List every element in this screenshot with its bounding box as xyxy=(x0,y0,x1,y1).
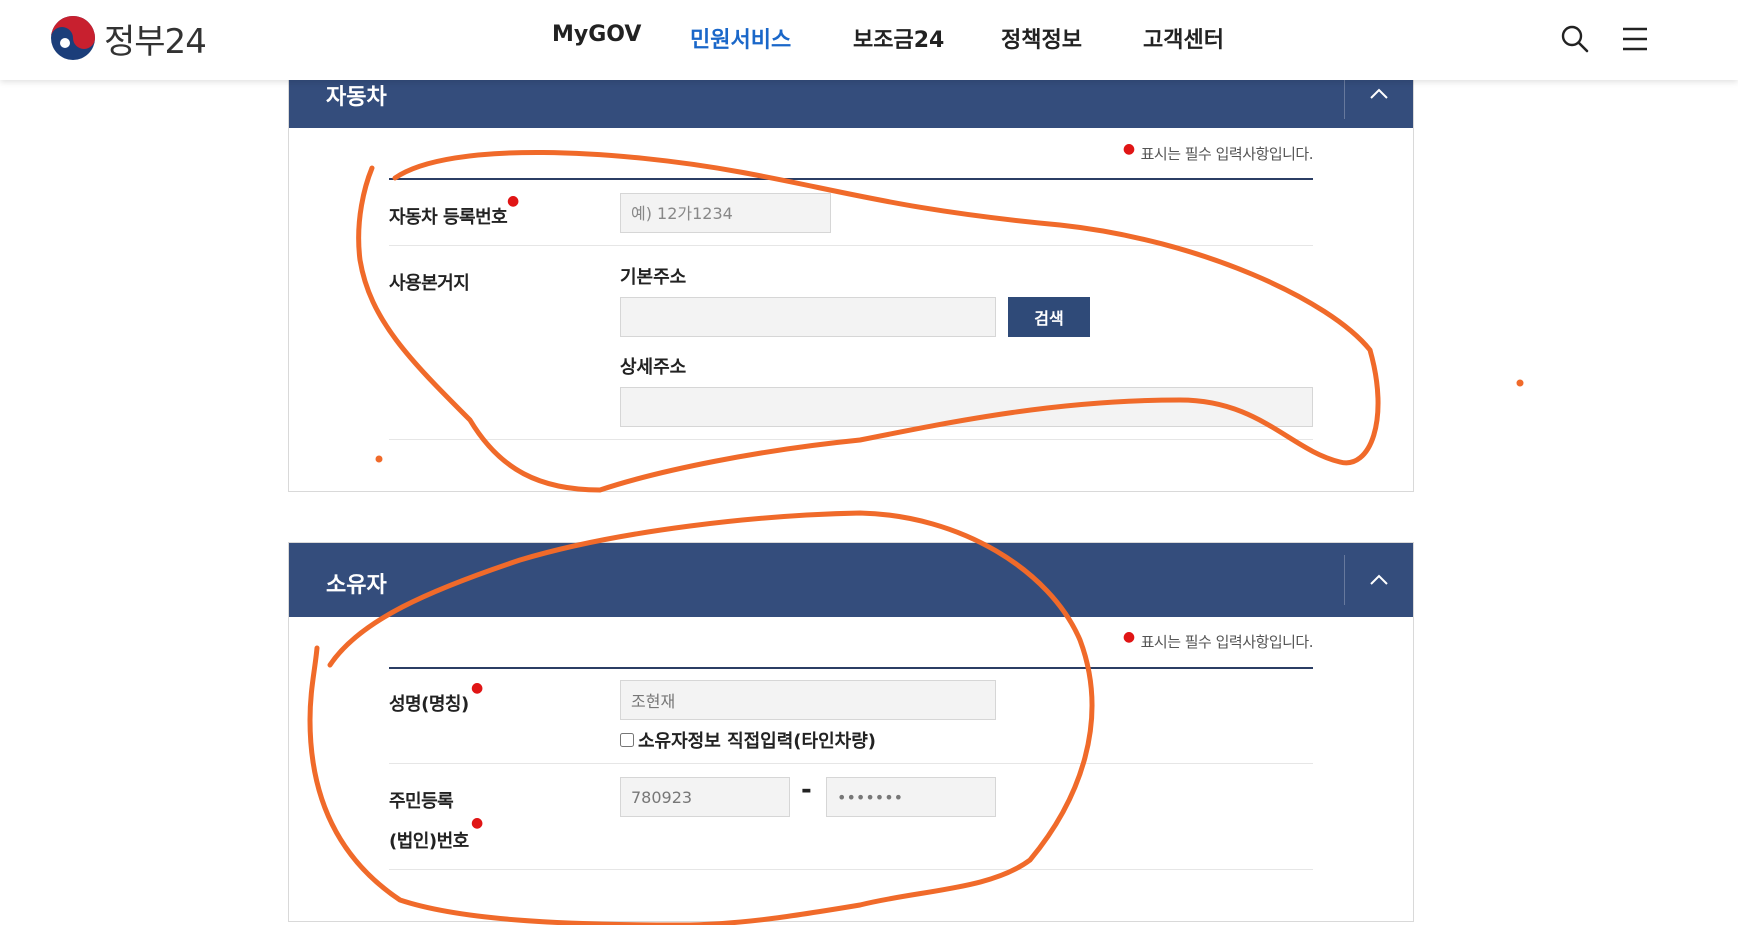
required-dot: ● xyxy=(1122,629,1135,645)
chevron-up-icon xyxy=(1370,574,1388,585)
menu-icon[interactable] xyxy=(1620,24,1650,54)
required-note: ● 표시는 필수 입력사항입니다. xyxy=(1122,629,1314,651)
site-header: 정부24 MyGOV 민원서비스 보조금24 정책정보 고객센터 xyxy=(0,0,1738,80)
detail-address-label: 상세주소 xyxy=(620,357,687,378)
owner-panel-header: 소유자 xyxy=(289,543,1413,617)
detail-address-input[interactable] xyxy=(620,387,1313,427)
nav-customer-center[interactable]: 고객센터 xyxy=(1143,22,1224,54)
vehicle-panel-title: 자동차 xyxy=(326,85,387,110)
chevron-up-icon xyxy=(1370,88,1388,99)
required-dot: ● xyxy=(471,815,483,831)
direct-input-checkbox[interactable]: 소유자정보 직접입력(타인차량) xyxy=(620,727,876,753)
owner-name-input[interactable] xyxy=(620,680,996,720)
resident-number-back[interactable] xyxy=(826,777,996,817)
divider xyxy=(389,178,1313,180)
address-label: 사용본거지 xyxy=(389,273,470,294)
direct-input-label: 소유자정보 직접입력(타인차량) xyxy=(638,731,876,752)
divider xyxy=(389,763,1313,764)
nav-policy-info[interactable]: 정책정보 xyxy=(1001,22,1082,54)
address-search-button[interactable]: 검색 xyxy=(1008,297,1090,337)
required-dot: ● xyxy=(507,193,519,209)
collapse-toggle[interactable] xyxy=(1344,555,1413,605)
divider xyxy=(389,869,1313,870)
resident-number-label-line2: (법인)번호 ● xyxy=(389,815,483,852)
direct-input-check[interactable] xyxy=(620,733,634,747)
resident-number-label: 주민등록 xyxy=(389,791,454,812)
logo[interactable]: 정부24 xyxy=(50,14,207,62)
reg-number-input[interactable] xyxy=(620,193,831,233)
nav-mygov[interactable]: MyGOV xyxy=(552,22,641,47)
taegeuk-logo-icon xyxy=(51,16,95,60)
basic-address-label: 기본주소 xyxy=(620,267,687,288)
annotation-dot xyxy=(1516,379,1524,387)
owner-name-label: 성명(명칭) ● xyxy=(389,680,483,715)
nav-civil-service[interactable]: 민원서비스 xyxy=(690,22,791,54)
divider xyxy=(389,439,1313,440)
reg-number-label: 자동차 등록번호 ● xyxy=(389,193,519,228)
divider xyxy=(389,667,1313,669)
separator-dash: - xyxy=(801,775,812,805)
required-dot: ● xyxy=(1122,141,1135,157)
required-note: ● 표시는 필수 입력사항입니다. xyxy=(1122,141,1314,163)
nav-subsidy24[interactable]: 보조금24 xyxy=(853,22,944,54)
search-icon[interactable] xyxy=(1560,24,1590,54)
owner-panel: 소유자 ●표시는 필수 입력사항입니다. 성명(명칭)● 소유자정보 직접입력(… xyxy=(288,542,1414,922)
logo-text: 정부24 xyxy=(104,21,207,62)
basic-address-input[interactable] xyxy=(620,297,996,337)
owner-panel-title: 소유자 xyxy=(326,573,387,598)
required-dot: ● xyxy=(471,680,483,696)
resident-number-front[interactable] xyxy=(620,777,790,817)
divider xyxy=(389,245,1313,246)
vehicle-panel: 자동차 ●표시는 필수 입력사항입니다. 자동차 등록번호● 사용본거지 기본주… xyxy=(288,54,1414,492)
